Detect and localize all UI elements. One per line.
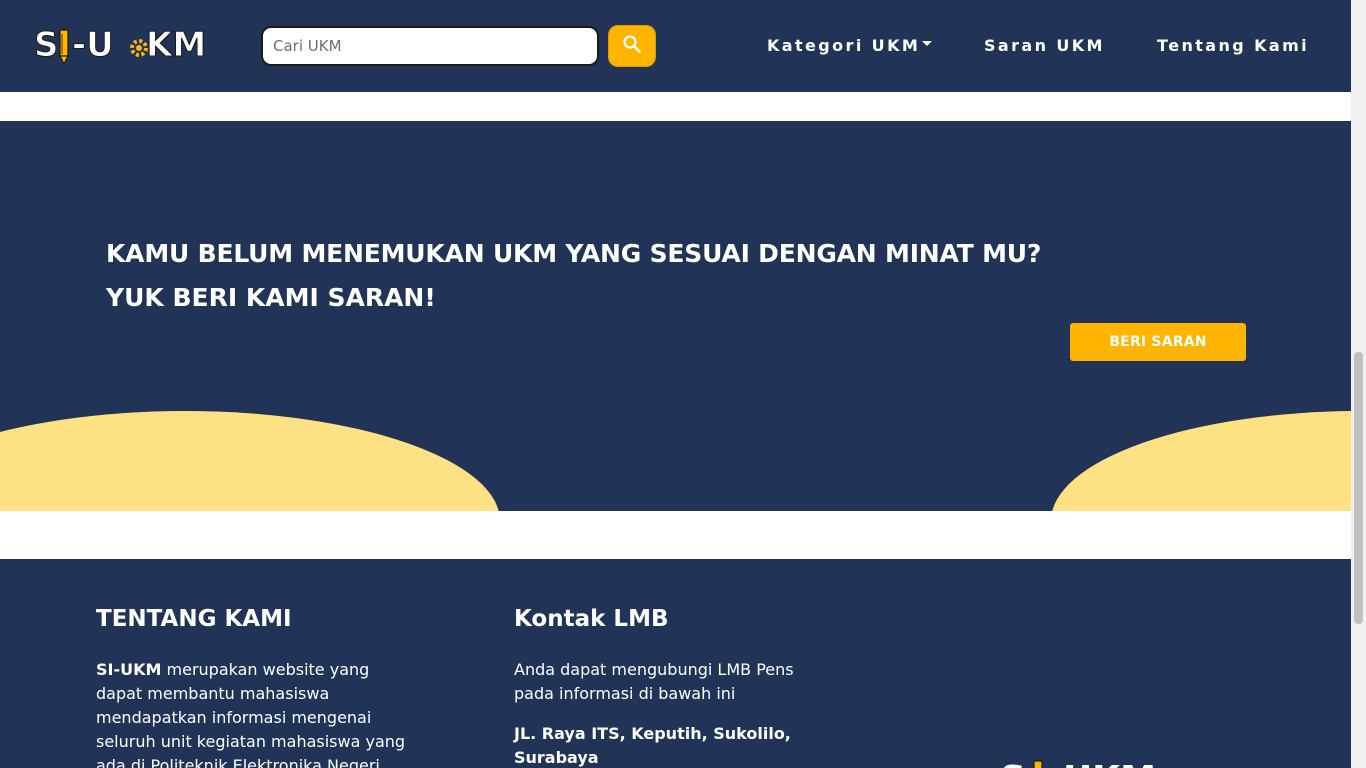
decorative-wave-right	[1051, 411, 1351, 511]
search-icon	[622, 34, 642, 58]
navbar: S -U KM Cari UKM Kategori UKM Saran UKM …	[0, 0, 1351, 92]
saran-hero: KAMU BELUM MENEMUKAN UKM YANG SESUAI DEN…	[0, 121, 1351, 511]
nav-tentang-kami[interactable]: Tentang Kami	[1157, 34, 1309, 58]
hero-title: KAMU BELUM MENEMUKAN UKM YANG SESUAI DEN…	[106, 239, 1042, 268]
about-brand: SI-UKM	[96, 660, 162, 679]
nav-kategori-ukm[interactable]: Kategori UKM	[767, 34, 933, 58]
chevron-down-icon	[922, 41, 933, 46]
scrollbar-thumb[interactable]	[1354, 352, 1363, 624]
decorative-wave-left	[0, 411, 500, 511]
contact-text: Anda dapat mengubungi LMB Pens pada info…	[514, 660, 794, 703]
page-scrollbar[interactable]	[1351, 0, 1366, 768]
search-button[interactable]	[608, 25, 656, 67]
page: S -U KM Cari UKM Kategori UKM Saran UKM …	[0, 0, 1366, 768]
hero-subtitle: YUK BERI KAMI SARAN!	[106, 283, 436, 312]
svg-text:S: S	[34, 25, 59, 65]
contact-address: JL. Raya ITS, Keputih, Sukolilo, Surabay…	[514, 724, 791, 767]
svg-text:-UKM: -UKM	[1048, 759, 1156, 768]
svg-text:KM: KM	[146, 25, 204, 65]
nav-kategori-label: Kategori UKM	[767, 36, 921, 55]
about-heading: TENTANG KAMI	[96, 606, 292, 632]
svg-text:-U: -U	[72, 25, 114, 65]
about-text: SI-UKM merupakan website yang dapat memb…	[96, 658, 416, 768]
svg-text:S: S	[1000, 759, 1026, 768]
footer: TENTANG KAMI SI-UKM merupakan website ya…	[0, 559, 1351, 768]
nav-saran-ukm[interactable]: Saran UKM	[984, 34, 1105, 58]
footer-logo: S -UKM	[1000, 757, 1200, 768]
contact-heading: Kontak LMB	[514, 606, 669, 632]
search-input[interactable]	[261, 26, 599, 66]
site-logo[interactable]: S -U KM	[34, 24, 204, 68]
beri-saran-button[interactable]: BERI SARAN	[1070, 323, 1246, 361]
